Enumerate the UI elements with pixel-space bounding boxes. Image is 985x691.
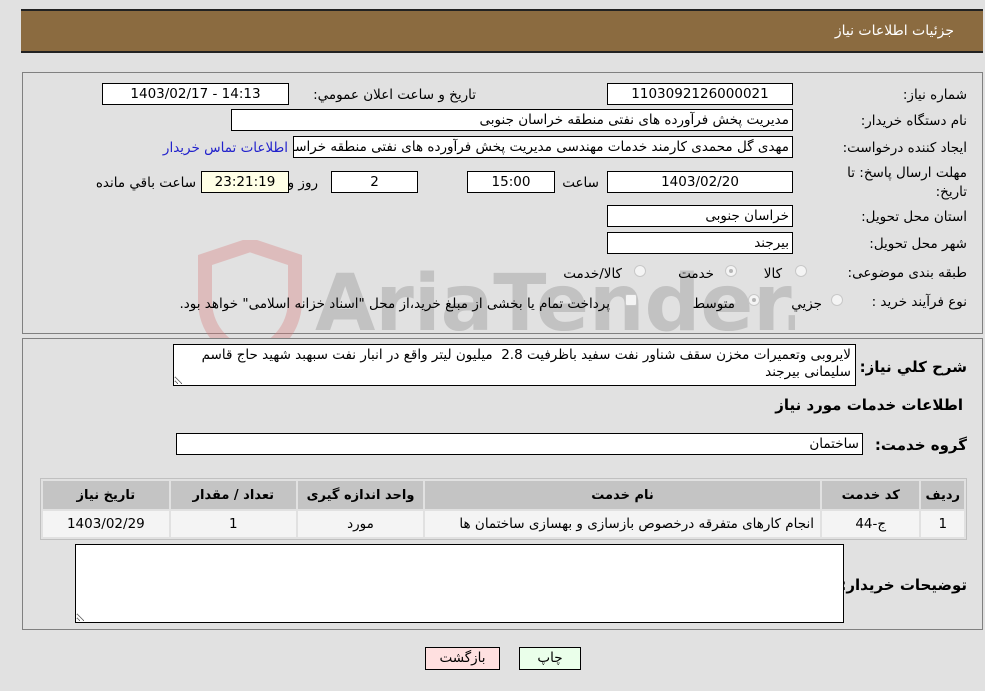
category-goods-radio[interactable] — [795, 265, 807, 277]
category-service-label: خدمت — [678, 266, 714, 282]
print-button[interactable]: چاپ — [519, 647, 581, 670]
category-goods-service-radio[interactable] — [634, 265, 646, 277]
deadline-label: مهلت ارسال پاسخ: تا تاریخ: — [847, 164, 967, 202]
cell-need-date: 1403/02/29 — [43, 511, 169, 537]
category-service-radio[interactable] — [725, 265, 737, 277]
col-row-number: ردیف — [921, 481, 964, 509]
deadline-time-label: ساعت — [562, 175, 599, 191]
services-table: ردیف کد خدمت نام خدمت واحد اندازه گیری ت… — [40, 478, 967, 540]
back-button[interactable]: بازگشت — [425, 647, 500, 670]
col-unit: واحد اندازه گیری — [297, 481, 424, 509]
process-minor-label: جزيي — [791, 296, 822, 312]
process-medium-label: متوسط — [692, 296, 735, 312]
buyer-org-label: نام دستگاه خریدار: — [860, 113, 967, 129]
buyer-org-field[interactable]: مدیریت پخش فرآورده های نفتی منطقه خراسان… — [231, 109, 793, 131]
col-service-code: کد خدمت — [821, 481, 920, 509]
process-medium-radio[interactable] — [748, 294, 760, 306]
requester-field[interactable]: مهدی گل محمدی کارمند خدمات مهندسی مدیریت… — [293, 136, 793, 158]
description-label: شرح کلي نیاز: — [859, 358, 967, 376]
col-need-date: تاریخ نیاز — [43, 481, 169, 509]
announce-label: تاریخ و ساعت اعلان عمومي: — [313, 87, 476, 103]
buyer-contact-link[interactable]: اطلاعات تماس خریدار — [163, 140, 288, 156]
table-header-row: ردیف کد خدمت نام خدمت واحد اندازه گیری ت… — [43, 481, 964, 509]
treasury-checkbox[interactable] — [625, 294, 637, 306]
deadline-label-line1: مهلت ارسال پاسخ: تا — [847, 165, 967, 181]
cell-unit: مورد — [297, 511, 424, 537]
requester-label: ایجاد کننده درخواست: — [842, 140, 967, 156]
remaining-time-field: 23:21:19 — [201, 171, 289, 193]
service-group-field[interactable]: ساختمان — [176, 433, 863, 455]
deadline-date-field[interactable]: 1403/02/20 — [607, 171, 793, 193]
need-number-label: شماره نیاز: — [902, 87, 967, 103]
need-number-field[interactable]: 1103092126000021 — [607, 83, 793, 105]
remaining-time-label: ساعت باقي مانده — [95, 175, 196, 191]
category-label: طبقه بندی موضوعی: — [847, 265, 967, 281]
col-service-name: نام خدمت — [425, 481, 820, 509]
remaining-days-field: 2 — [331, 171, 418, 193]
announce-field[interactable]: 1403/02/17 - 14:13 — [102, 83, 289, 105]
treasury-note: پرداخت تمام یا بخشی از مبلغ خرید،از محل … — [179, 296, 610, 312]
buyer-notes-textarea[interactable] — [75, 544, 844, 623]
page-title: جزئیات اطلاعات نیاز — [834, 23, 954, 39]
process-minor-radio[interactable] — [831, 294, 843, 306]
category-goods-service-label: کالا/خدمت — [563, 266, 622, 282]
city-field[interactable]: بیرجند — [607, 232, 793, 254]
cell-quantity: 1 — [170, 511, 296, 537]
page-header: جزئیات اطلاعات نیاز — [21, 9, 983, 53]
table-row: 1 ج-44 انجام کارهای متفرقه درخصوص بازساز… — [43, 511, 964, 537]
deadline-time-field[interactable]: 15:00 — [467, 171, 555, 193]
deadline-label-line2: تاریخ: — [935, 184, 967, 200]
description-textarea[interactable]: لایروبی وتعمیرات مخزن سقف شناور نفت سفید… — [173, 344, 856, 386]
province-label: استان محل تحویل: — [861, 209, 967, 225]
cell-service-code: ج-44 — [821, 511, 920, 537]
days-label: روز و — [287, 175, 318, 191]
services-section-title: اطلاعات خدمات مورد نیاز — [775, 396, 963, 414]
service-group-label: گروه خدمت: — [874, 436, 967, 454]
buyer-notes-label: توضیحات خریدار: — [840, 576, 967, 594]
city-label: شهر محل تحویل: — [869, 236, 967, 252]
col-quantity: تعداد / مقدار — [170, 481, 296, 509]
cell-service-name: انجام کارهای متفرقه درخصوص بازسازی و بهس… — [425, 511, 820, 537]
category-goods-label: کالا — [763, 266, 782, 282]
cell-row-number: 1 — [921, 511, 964, 537]
process-label: نوع فرآیند خرید : — [871, 294, 967, 310]
province-field[interactable]: خراسان جنوبی — [607, 205, 793, 227]
